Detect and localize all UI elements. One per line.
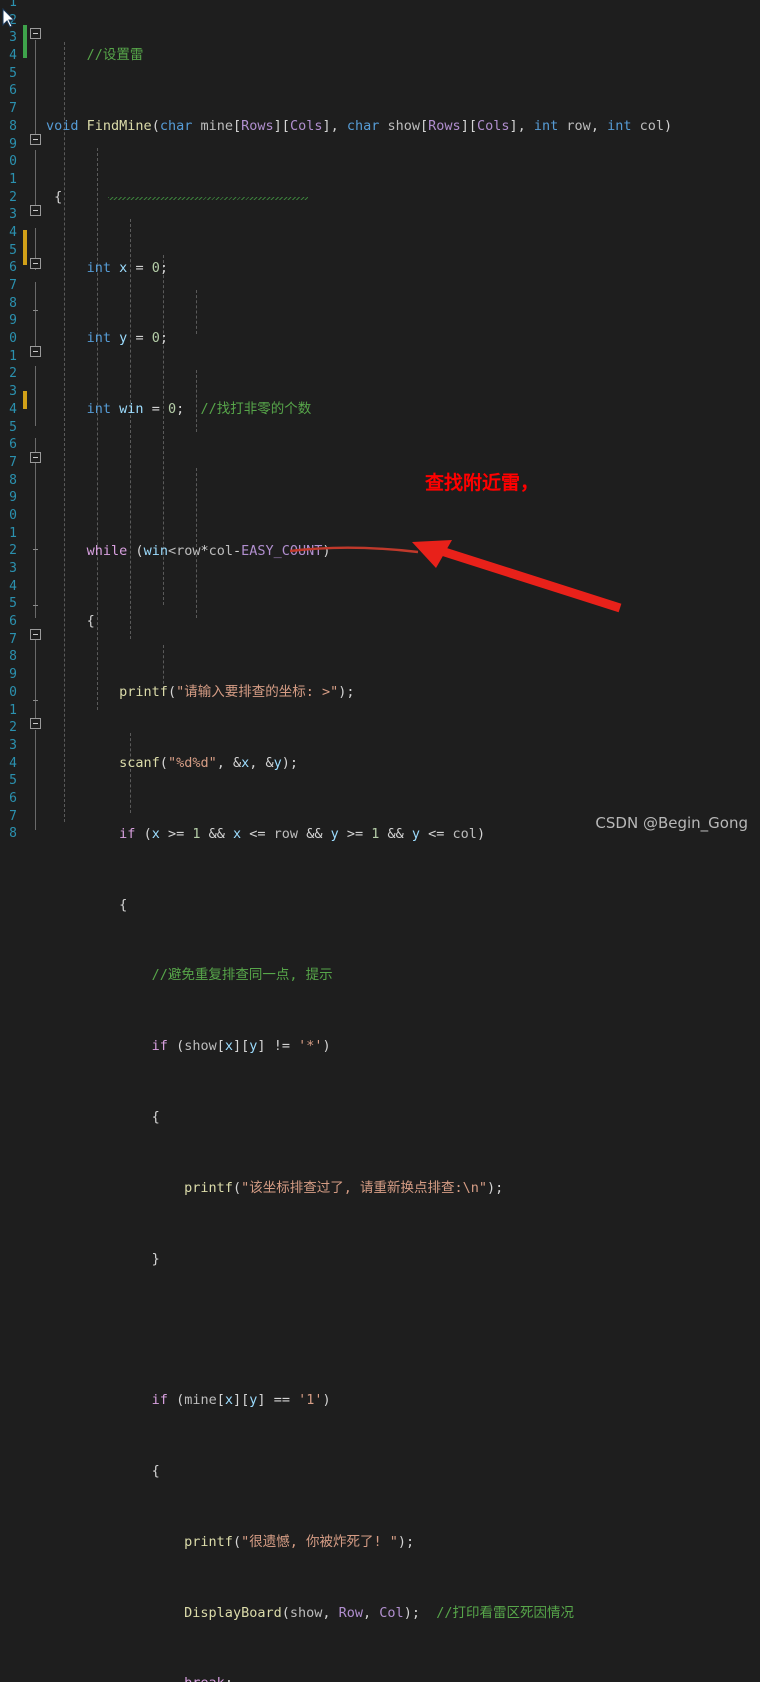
line-number: 8 — [9, 649, 17, 665]
fold-toggle-while[interactable] — [30, 134, 41, 145]
line-number: 5 — [9, 596, 17, 612]
code-line[interactable]: int x = 0; — [46, 260, 760, 278]
fold-toggle-else[interactable] — [30, 629, 41, 640]
line-number: 6 — [9, 790, 17, 806]
line-number: 9 — [9, 313, 17, 329]
fold-toggle-if[interactable] — [30, 346, 41, 357]
fold-tick — [33, 700, 38, 701]
line-number: 9 — [9, 136, 17, 152]
line-number: 8 — [9, 472, 17, 488]
fold-tick — [33, 605, 38, 606]
fold-range-line — [35, 630, 36, 718]
line-number: 8 — [9, 826, 17, 842]
watermark: CSDN @Begin_Gong — [595, 814, 748, 832]
line-number: 3 — [9, 561, 17, 576]
code-line[interactable]: printf("很遗憾, 你被炸死了! "); — [46, 1534, 760, 1552]
line-number: 4 — [9, 755, 17, 771]
code-line[interactable]: } — [46, 1251, 760, 1269]
fold-tick — [33, 310, 38, 311]
line-number: 0 — [9, 507, 17, 523]
line-number: 0 — [9, 331, 17, 347]
line-number: 2 — [9, 366, 17, 382]
editor-gutter: 1234567890123456789012345678901234567890… — [0, 0, 46, 841]
code-editor[interactable]: 1234567890123456789012345678901234567890… — [0, 0, 760, 1682]
fold-toggle-if[interactable] — [30, 718, 41, 729]
line-number: 5 — [9, 242, 17, 258]
code-line[interactable]: printf("该坐标排查过了, 请重新换点排查:\n"); — [46, 1180, 760, 1198]
line-number: 9 — [9, 667, 17, 683]
line-number: 2 — [9, 189, 17, 205]
line-number: 9 — [9, 490, 17, 506]
line-number: 2 — [9, 720, 17, 736]
line-number: 7 — [9, 631, 17, 647]
code-content[interactable]: //设置雷 void FindMine(char mine[Rows][Cols… — [46, 0, 760, 1682]
fold-range-line — [35, 438, 36, 618]
code-line[interactable]: int y = 0; — [46, 330, 760, 348]
line-number: 3 — [9, 207, 17, 223]
line-number: 0 — [9, 154, 17, 170]
saved-change-marker — [23, 25, 27, 58]
line-number: 6 — [9, 437, 17, 453]
line-number: 1 — [9, 525, 17, 541]
line-number: 3 — [9, 737, 17, 753]
line-number: 0 — [9, 684, 17, 700]
unsaved-change-marker — [23, 391, 27, 409]
line-number: 1 — [9, 702, 17, 718]
line-number: 1 — [9, 348, 17, 364]
fold-tick — [33, 549, 38, 550]
code-line[interactable]: if (mine[x][y] == '1') — [46, 1392, 760, 1410]
scanf-warning-squiggle — [108, 197, 308, 200]
code-line[interactable]: { — [46, 897, 760, 915]
code-line[interactable]: //避免重复排查同一点, 提示 — [46, 967, 760, 985]
line-number: 4 — [9, 578, 17, 594]
fold-range-line — [35, 366, 36, 426]
line-number-column: 1234567890123456789012345678901234567890… — [0, 0, 18, 843]
code-line[interactable] — [46, 1321, 760, 1339]
line-number: 5 — [9, 419, 17, 435]
code-line[interactable]: { — [46, 613, 760, 631]
code-line[interactable]: DisplayBoard(show, Row, Col); //打印看雷区死因情… — [46, 1605, 760, 1623]
code-line[interactable]: { — [46, 1109, 760, 1127]
line-number: 6 — [9, 83, 17, 99]
fold-range-line — [35, 282, 36, 354]
line-number: 7 — [9, 454, 17, 470]
line-number: 3 — [9, 384, 17, 400]
line-number: 7 — [9, 808, 17, 824]
fold-range-line — [35, 40, 36, 138]
code-line[interactable]: { — [46, 1463, 760, 1481]
code-line[interactable]: while (win<row*col-EASY_COUNT) — [46, 543, 760, 561]
code-line[interactable]: if (show[x][y] != '*') — [46, 1038, 760, 1056]
fold-range-line — [35, 730, 36, 830]
mouse-pointer-icon — [2, 8, 16, 28]
annotation-note: 查找附近雷， — [425, 472, 540, 494]
code-line[interactable]: printf("请输入要排查的坐标: >"); — [46, 684, 760, 702]
fold-toggle-function[interactable] — [30, 28, 41, 39]
fold-toggle-else[interactable] — [30, 452, 41, 463]
line-number: 5 — [9, 773, 17, 789]
line-number: 3 — [9, 30, 17, 46]
line-number: 8 — [9, 295, 17, 311]
code-line[interactable]: //设置雷 — [46, 47, 760, 65]
unsaved-change-marker — [23, 230, 27, 265]
fold-toggle-if[interactable] — [30, 258, 41, 269]
code-line[interactable]: int win = 0; //找打非零的个数 — [46, 401, 760, 419]
line-number: 4 — [9, 401, 17, 417]
line-number: 4 — [9, 224, 17, 240]
line-number: 7 — [9, 101, 17, 117]
line-number: 4 — [9, 48, 17, 64]
code-line[interactable]: break; — [46, 1675, 760, 1682]
code-line[interactable]: void FindMine(char mine[Rows][Cols], cha… — [46, 118, 760, 136]
line-number: 7 — [9, 278, 17, 293]
code-line[interactable] — [46, 472, 760, 490]
line-number: 5 — [9, 65, 17, 81]
line-number: 2 — [9, 543, 17, 559]
line-number: 8 — [9, 118, 17, 134]
line-number: 6 — [9, 260, 17, 276]
line-number: 1 — [9, 171, 17, 187]
line-number: 6 — [9, 614, 17, 630]
fold-toggle-if[interactable] — [30, 205, 41, 216]
code-line[interactable]: scanf("%d%d", &x, &y); — [46, 755, 760, 773]
